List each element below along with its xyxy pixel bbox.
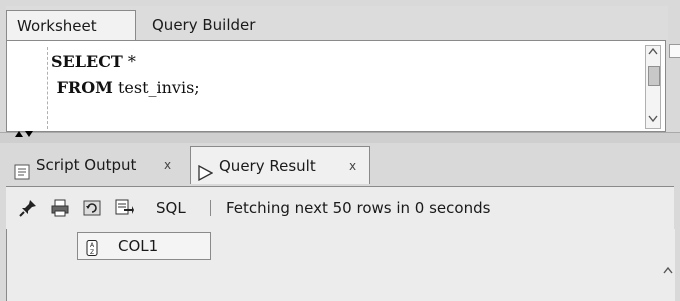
sql-text: * <box>122 52 136 71</box>
editor-vertical-scrollbar[interactable] <box>645 45 661 129</box>
sql-editor[interactable]: SELECT * FROM test_invis; <box>6 40 666 132</box>
column-header-label: COL1 <box>118 237 159 255</box>
scroll-up-icon[interactable] <box>647 47 659 59</box>
sql-line-1[interactable]: SELECT * <box>51 49 200 75</box>
print-icon[interactable] <box>50 198 70 218</box>
sort-az-icon: A Z <box>86 238 98 256</box>
tab-label: Script Output <box>36 156 137 174</box>
result-toolbar: SQL Fetching next 50 rows in 0 seconds <box>6 186 674 230</box>
pin-icon[interactable] <box>18 198 38 218</box>
tab-label: Query Result <box>219 157 316 175</box>
close-icon[interactable]: x <box>164 146 171 184</box>
scroll-down-icon[interactable] <box>647 115 659 127</box>
close-icon[interactable]: x <box>349 147 356 185</box>
result-tab-bar: Script Output x Query Result x <box>6 146 674 186</box>
splitter-arrows-icon[interactable] <box>14 130 34 141</box>
tab-query-builder[interactable]: Query Builder <box>142 10 272 40</box>
editor-corner-box <box>669 44 680 58</box>
export-icon[interactable] <box>114 198 134 218</box>
sql-button[interactable]: SQL <box>156 187 186 229</box>
scrollbar-thumb[interactable] <box>648 66 660 86</box>
editor-gutter-line <box>47 47 48 129</box>
script-output-icon <box>14 156 30 180</box>
sql-code[interactable]: SELECT * FROM test_invis; <box>51 49 200 101</box>
refresh-icon[interactable] <box>82 198 102 218</box>
tab-script-output[interactable]: Script Output x <box>8 146 188 184</box>
sql-keyword: SELECT <box>51 52 123 71</box>
sql-line-2[interactable]: FROM test_invis; <box>51 75 200 101</box>
editor-tab-bar: Worksheet Query Builder <box>6 6 668 40</box>
toolbar-separator <box>210 200 211 216</box>
sql-keyword: FROM <box>51 78 113 97</box>
run-triangle-icon <box>197 157 214 182</box>
tab-worksheet[interactable]: Worksheet <box>6 10 136 40</box>
sql-text: test_invis; <box>112 78 200 97</box>
result-grid[interactable]: A Z COL1 <box>6 229 675 301</box>
tab-query-result[interactable]: Query Result x <box>190 146 370 184</box>
fetch-status-text: Fetching next 50 rows in 0 seconds <box>226 199 491 217</box>
pane-splitter[interactable] <box>0 130 680 143</box>
grid-scroll-up-icon[interactable] <box>663 263 673 277</box>
svg-text:Z: Z <box>90 249 94 256</box>
column-header-col1[interactable]: A Z COL1 <box>77 232 211 260</box>
